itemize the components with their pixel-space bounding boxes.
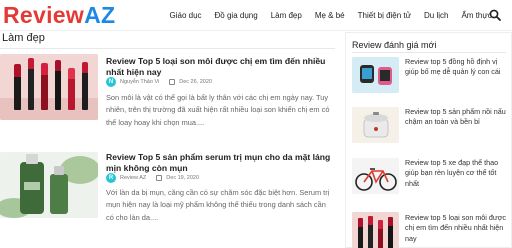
nav-item-lam-dep[interactable]: Làm đẹp bbox=[264, 0, 308, 31]
nav-item-giao-duc[interactable]: Giáo dục bbox=[163, 0, 208, 31]
article-date: Dec 26, 2020 bbox=[179, 79, 212, 85]
article-excerpt: Son môi là vật có thể gọi là bất ly thân… bbox=[106, 93, 330, 127]
article-title[interactable]: Review Top 5 loại son môi được chị em tì… bbox=[106, 56, 334, 78]
author-name[interactable]: Review AZ bbox=[120, 175, 146, 181]
article-thumbnail-serum[interactable] bbox=[0, 152, 98, 218]
article-meta: N Nguyễn Thảo Vi Dec 26, 2020 bbox=[106, 76, 212, 88]
sidebar-item-title[interactable]: Review top 5 sản phẩm nồi nấu chậm an to… bbox=[405, 107, 509, 128]
article-title[interactable]: Review Top 5 sản phẩm serum trị mụn cho … bbox=[106, 152, 334, 174]
avatar: N bbox=[106, 77, 116, 87]
nav-item-thiet-bi-dien-tu[interactable]: Thiết bị điện tử bbox=[351, 0, 417, 31]
sidebar-title: Review đánh giá mới bbox=[352, 40, 437, 50]
article-thumbnail-lipstick[interactable] bbox=[0, 54, 98, 120]
site-header: ReviewAZ Giáo dục Đồ gia dụng Làm đẹp Mẹ… bbox=[0, 0, 512, 31]
sidebar-item-title[interactable]: Review top 5 xe đạp thể thao giúp bạn rè… bbox=[405, 158, 509, 189]
calendar-icon bbox=[169, 79, 176, 85]
sidebar-thumbnail-watch[interactable] bbox=[352, 57, 399, 93]
sidebar-thumbnail-bicycle[interactable] bbox=[352, 158, 399, 194]
nav-item-me-be[interactable]: Mẹ & bé bbox=[308, 0, 351, 31]
author-name[interactable]: Nguyễn Thảo Vi bbox=[120, 79, 159, 85]
main-nav: Giáo dục Đồ gia dụng Làm đẹp Mẹ & bé Thi… bbox=[163, 0, 498, 31]
article-excerpt: Với làn da bị mụn, căng cần có sự chăm s… bbox=[106, 188, 330, 222]
nav-item-du-lich[interactable]: Du lịch bbox=[418, 0, 455, 31]
site-logo[interactable]: ReviewAZ bbox=[3, 2, 115, 28]
avatar: R bbox=[106, 173, 116, 183]
sidebar-divider bbox=[352, 52, 506, 53]
logo-part-review: Review bbox=[3, 2, 85, 28]
calendar-icon bbox=[156, 175, 163, 181]
sidebar-thumbnail-lipstick[interactable] bbox=[352, 212, 399, 248]
sidebar-item-title[interactable]: Review top 5 loại son môi được chị em tì… bbox=[405, 213, 509, 244]
logo-part-az: AZ bbox=[84, 2, 116, 28]
search-icon[interactable] bbox=[489, 9, 501, 21]
article-date: Dec 19, 2020 bbox=[166, 175, 200, 181]
section-divider bbox=[0, 48, 335, 49]
article-meta: R Review AZ Dec 19, 2020 bbox=[106, 172, 199, 184]
nav-item-do-gia-dung[interactable]: Đồ gia dụng bbox=[208, 0, 264, 31]
sidebar-thumbnail-slow-cooker[interactable] bbox=[352, 107, 399, 143]
section-title: Làm đẹp bbox=[2, 32, 45, 44]
sidebar-item-title[interactable]: Review top 5 đồng hồ định vị giúp bố mẹ … bbox=[405, 57, 509, 78]
